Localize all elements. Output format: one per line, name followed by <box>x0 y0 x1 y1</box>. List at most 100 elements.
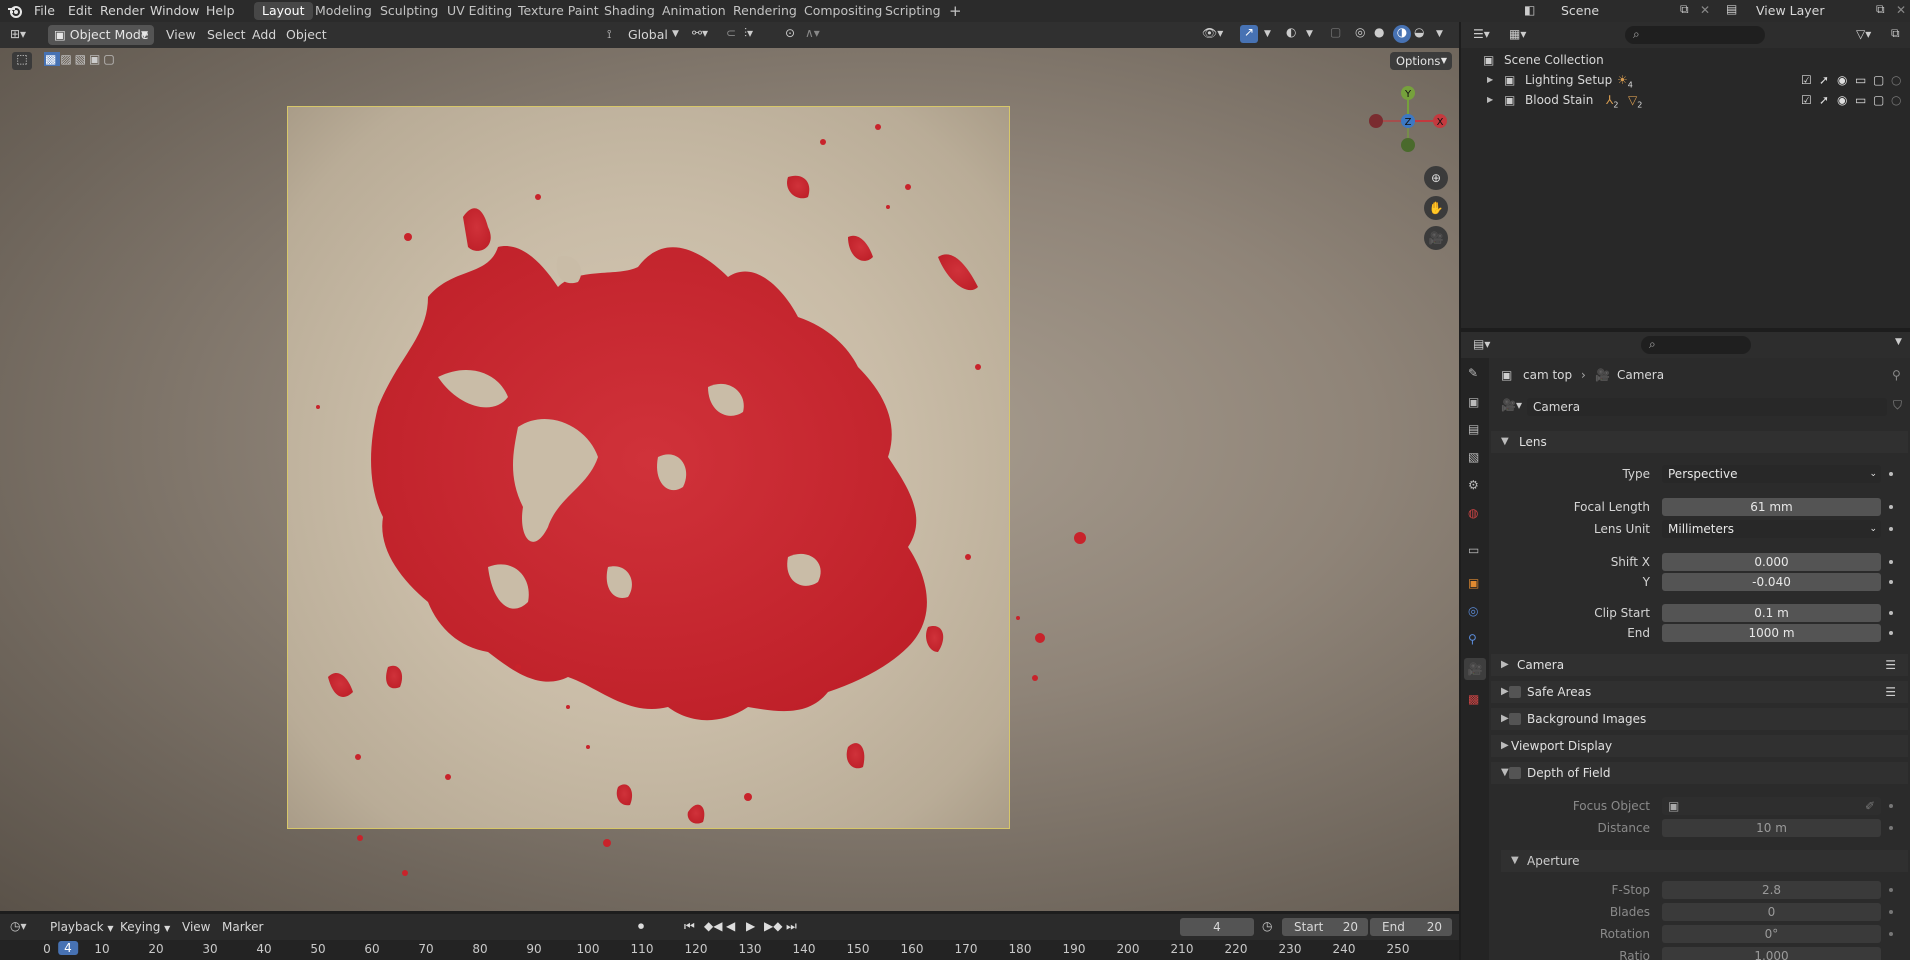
camera-type-select[interactable]: Perspective ⌄ <box>1662 465 1881 483</box>
lens-unit-select[interactable]: Millimeters ⌄ <box>1662 520 1881 538</box>
expand-icon[interactable]: ▶ <box>1487 90 1493 110</box>
gizmo-neg-x-axis[interactable] <box>1369 114 1383 128</box>
keyframe-dot[interactable] <box>1889 826 1893 830</box>
blender-logo-icon[interactable] <box>7 3 23 19</box>
options-dropdown[interactable]: Options ▼ <box>1390 52 1452 70</box>
scene-icon[interactable]: ◧ <box>1524 3 1535 17</box>
holdout-icon[interactable]: ○ <box>1891 90 1901 110</box>
output-tab-icon[interactable]: ▤ <box>1468 422 1479 436</box>
collection-tab-icon[interactable]: ▭ <box>1468 543 1479 557</box>
chevron-down-icon[interactable]: ▼ <box>1436 29 1443 39</box>
play-reverse-icon[interactable]: ◀ <box>726 919 735 933</box>
xray-icon[interactable]: ▢ <box>1330 25 1341 39</box>
keyframe-dot[interactable] <box>1889 580 1893 584</box>
tab-modeling[interactable]: Modeling <box>307 2 380 20</box>
texture-tab-icon[interactable]: ▩ <box>1468 692 1479 706</box>
pivot-icon[interactable]: ⚯▾ <box>692 26 708 40</box>
chevron-down-icon[interactable]: ▼ <box>1306 29 1313 39</box>
selectable-icon[interactable]: ➚ <box>1819 90 1829 110</box>
visibility-icon[interactable]: 👁▾ <box>1202 26 1223 40</box>
safe-areas-panel-header[interactable]: ▶ Safe Areas ☰ <box>1491 681 1908 703</box>
depth-of-field-checkbox[interactable] <box>1509 767 1521 779</box>
wireframe-shading-icon[interactable]: ◎ <box>1355 25 1365 39</box>
display-mode-icon[interactable]: ▦▾ <box>1509 27 1526 41</box>
end-frame-field[interactable]: End 20 <box>1370 918 1452 936</box>
lens-panel-header[interactable]: ▼ Lens <box>1491 431 1908 453</box>
orientation-dropdown[interactable]: Global <box>628 22 668 48</box>
new-scene-icon[interactable]: ⧉ <box>1680 2 1689 17</box>
new-collection-icon[interactable]: ⧉ <box>1891 26 1900 41</box>
tab-animation[interactable]: Animation <box>654 2 734 20</box>
focal-length-field[interactable]: 61 mm <box>1662 498 1881 516</box>
viewport-display-panel-header[interactable]: ▶ Viewport Display <box>1491 735 1908 757</box>
physics-tab-icon[interactable]: ◎ <box>1468 604 1478 618</box>
focus-object-field[interactable]: ▣ ✐ <box>1662 797 1881 815</box>
camera-view-icon[interactable]: 🎥 <box>1424 226 1448 250</box>
overlays-icon[interactable]: ◐ <box>1286 25 1296 39</box>
camera-panel-header[interactable]: ▶ Camera ☰ <box>1491 654 1908 676</box>
menu-object[interactable]: Object <box>286 22 327 48</box>
menu-window[interactable]: Window <box>150 0 199 22</box>
eyedropper-icon[interactable]: ✐ <box>1865 797 1875 815</box>
scene-name[interactable]: Scene <box>1561 3 1599 18</box>
selection-mode-icons[interactable]: ▩▨▧▣▢ <box>44 52 144 70</box>
menu-select[interactable]: Select <box>207 22 246 48</box>
keyframe-dot[interactable] <box>1889 910 1893 914</box>
play-icon[interactable]: ▶ <box>746 919 755 933</box>
keyframe-dot[interactable] <box>1889 804 1893 808</box>
tab-layout[interactable]: Layout <box>254 2 313 20</box>
editor-type-icon[interactable]: ⊞▾ <box>10 27 26 41</box>
clip-end-field[interactable]: 1000 m <box>1662 624 1881 642</box>
outliner-item-lighting-setup[interactable]: ▶ ▣ Lighting Setup ☀4 ☑ ➚ ◉ ▭ ▢ ○ <box>1461 70 1910 90</box>
eye-icon[interactable]: ◉ <box>1837 70 1847 90</box>
tab-sculpting[interactable]: Sculpting <box>372 2 446 20</box>
playback-menu[interactable]: Playback ▼ <box>50 920 114 934</box>
expand-icon[interactable]: ▶ <box>1487 70 1493 90</box>
navigation-gizmo[interactable]: Y X Z <box>1365 82 1455 162</box>
object-tab-icon[interactable]: ▣ <box>1468 576 1479 590</box>
delete-scene-icon[interactable]: ✕ <box>1700 3 1710 17</box>
keying-menu[interactable]: Keying ▼ <box>120 920 170 934</box>
falloff-icon[interactable]: ∧▾ <box>805 26 820 40</box>
keyframe-dot[interactable] <box>1889 472 1893 476</box>
aperture-panel-header[interactable]: ▼ Aperture <box>1501 850 1908 872</box>
menu-render[interactable]: Render <box>100 0 145 22</box>
mode-dropdown[interactable]: ▣ Object Mode ▼ <box>48 25 154 45</box>
distance-field[interactable]: 10 m <box>1662 819 1881 837</box>
timeline-ruler[interactable]: 0 4 10 20 30 40 50 60 70 80 90 100 110 1… <box>0 940 1459 960</box>
current-frame-field[interactable]: 4 <box>1180 918 1254 936</box>
proportional-edit-icon[interactable]: ⊙ <box>785 26 795 40</box>
world-tab-icon[interactable]: ◍ <box>1468 506 1478 520</box>
presets-list-icon[interactable]: ☰ <box>1885 654 1896 676</box>
menu-add[interactable]: Add <box>252 22 276 48</box>
jump-start-icon[interactable]: ⏮ <box>684 919 695 934</box>
menu-help[interactable]: Help <box>206 0 235 22</box>
filter-icon[interactable]: ▽▾ <box>1856 27 1871 41</box>
marker-menu[interactable]: Marker <box>222 920 263 934</box>
viewport-disable-icon[interactable]: ▭ <box>1855 70 1866 90</box>
shift-y-field[interactable]: -0.040 <box>1662 573 1881 591</box>
menu-view[interactable]: View <box>166 22 196 48</box>
render-icon[interactable]: ▢ <box>1873 90 1884 110</box>
add-workspace-icon[interactable]: + <box>941 2 970 20</box>
select-new-icon[interactable]: ▩ <box>44 52 61 66</box>
holdout-icon[interactable]: ○ <box>1891 70 1901 90</box>
ratio-field[interactable]: 1.000 <box>1662 947 1881 960</box>
material-preview-icon[interactable]: ◑ <box>1393 25 1411 43</box>
tool-tab-icon[interactable]: ✎ <box>1468 366 1478 380</box>
menu-edit[interactable]: Edit <box>68 0 92 22</box>
record-icon[interactable]: ⏺ <box>638 919 644 934</box>
pin-icon[interactable]: ⚲ <box>1892 368 1901 382</box>
eye-icon[interactable]: ◉ <box>1837 90 1847 110</box>
chevron-down-icon[interactable]: ▼ <box>1895 337 1902 347</box>
3d-viewport[interactable]: ⬚ ▩▨▧▣▢ Options ▼ Y X Z ⊕ ✋ 🎥 <box>0 48 1459 911</box>
menu-file[interactable]: File <box>34 0 55 22</box>
fake-user-icon[interactable]: ⛉ <box>1893 398 1902 413</box>
keyframe-dot[interactable] <box>1889 932 1893 936</box>
viewport-disable-icon[interactable]: ▭ <box>1855 90 1866 110</box>
solid-shading-icon[interactable]: ● <box>1374 25 1384 39</box>
rotation-field[interactable]: 0° <box>1662 925 1881 943</box>
preview-range-icon[interactable]: ◷ <box>1262 919 1272 933</box>
datablock-name-field[interactable]: Camera <box>1527 398 1887 416</box>
tab-texture-paint[interactable]: Texture Paint <box>510 2 607 20</box>
